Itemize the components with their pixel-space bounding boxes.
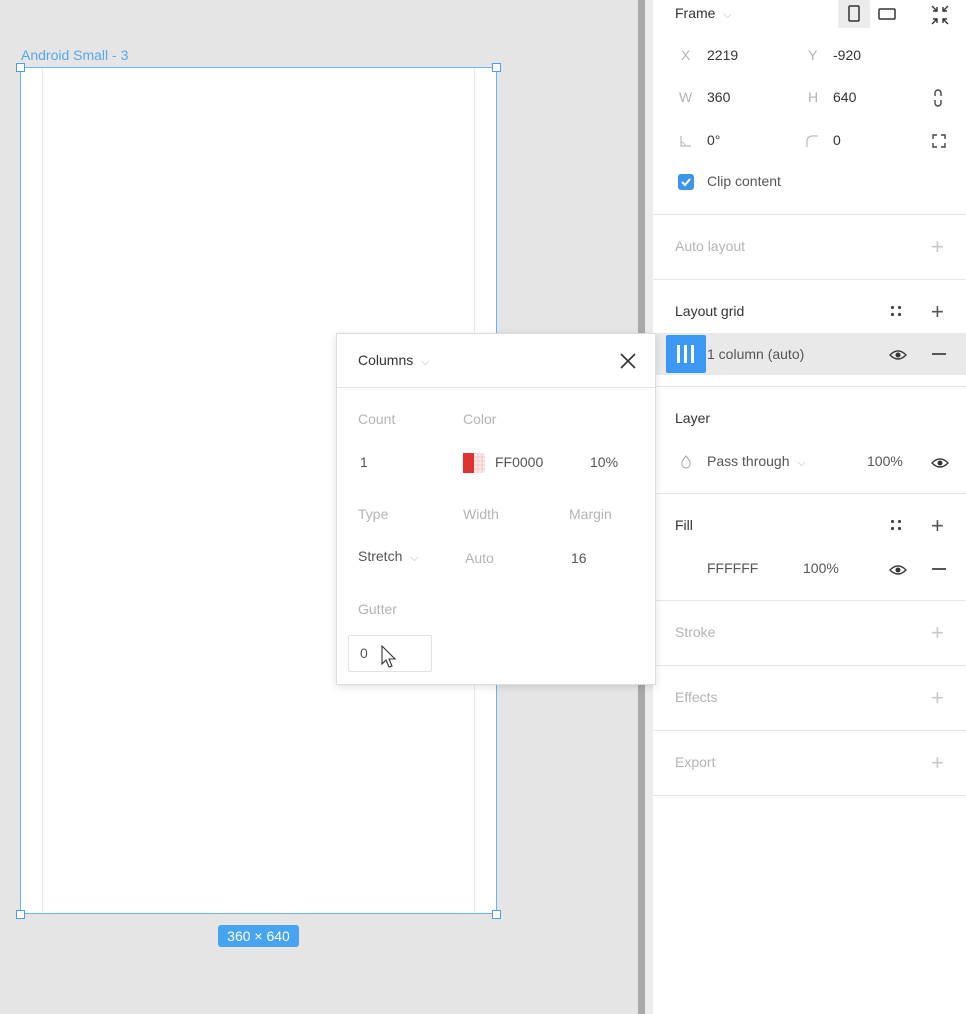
count-input[interactable]: 1: [360, 454, 368, 470]
separator: [653, 730, 966, 731]
grid-visibility-eye-icon[interactable]: [889, 348, 907, 360]
stroke-title: Stroke: [675, 624, 716, 640]
blend-mode-select[interactable]: Pass through ⌵: [707, 453, 806, 470]
clip-content-checkbox[interactable]: [678, 174, 694, 190]
separator: [653, 386, 966, 387]
separator: [653, 795, 966, 796]
separator: [653, 214, 966, 215]
separator: [337, 387, 655, 388]
remove-layout-grid-button[interactable]: [932, 353, 946, 355]
constrain-proportions-button[interactable]: [929, 87, 947, 112]
add-fill-button[interactable]: +: [931, 515, 944, 537]
margin-input[interactable]: 16: [571, 550, 587, 566]
layout-grid-title: Layout grid: [675, 303, 745, 319]
portrait-orientation-button[interactable]: [838, 0, 870, 28]
separator: [653, 665, 966, 666]
margin-label: Margin: [569, 506, 612, 522]
export-title: Export: [675, 754, 716, 770]
add-stroke-button[interactable]: +: [931, 622, 944, 644]
layout-grid-item-label[interactable]: 1 column (auto): [707, 346, 804, 362]
rotation-input[interactable]: 0°: [707, 132, 720, 148]
grid-margin-left: [42, 68, 43, 913]
width-label: Width: [463, 506, 499, 522]
x-label: X: [681, 47, 691, 63]
width-input[interactable]: Auto: [465, 550, 494, 566]
close-button[interactable]: [617, 350, 639, 372]
color-label: Color: [463, 411, 497, 427]
chevron-down-icon: ⌵: [410, 552, 419, 564]
checkmark-icon: [681, 178, 691, 187]
resize-handle-bottom-left[interactable]: [16, 910, 25, 919]
gutter-value: 0: [360, 645, 368, 661]
grid-color-hex-input[interactable]: FF0000: [495, 454, 543, 470]
grid-color-swatch[interactable]: [463, 453, 485, 473]
layout-grid-styles-button[interactable]: [891, 306, 903, 318]
landscape-icon: [878, 8, 896, 20]
corners-icon: [932, 134, 946, 148]
h-label: H: [808, 89, 819, 105]
count-label: Count: [358, 411, 396, 427]
type-value: Stretch: [358, 548, 403, 564]
layer-visibility-eye-icon[interactable]: [931, 456, 949, 468]
frame-dropdown[interactable]: Frame ⌵: [675, 5, 732, 22]
landscape-orientation-button[interactable]: [873, 0, 901, 28]
clip-content-label: Clip content: [707, 173, 781, 189]
grid-type-dropdown[interactable]: Columns ⌵: [358, 352, 429, 369]
y-input[interactable]: -920: [833, 47, 861, 63]
layer-title: Layer: [675, 410, 711, 426]
chevron-down-icon: ⌵: [421, 356, 430, 368]
chevron-down-icon: ⌵: [797, 457, 806, 469]
independent-corners-button[interactable]: [931, 133, 947, 152]
resize-handle-top-left[interactable]: [16, 63, 25, 72]
rotation-icon: [679, 134, 693, 151]
blend-mode-value: Pass through: [707, 453, 790, 469]
column-grid-settings-button[interactable]: [666, 335, 706, 373]
layer-opacity-input[interactable]: 100%: [867, 453, 903, 469]
resize-handle-bottom-right[interactable]: [492, 910, 501, 919]
fill-title: Fill: [675, 517, 693, 533]
gutter-label: Gutter: [358, 601, 397, 617]
fill-visibility-eye-icon[interactable]: [889, 563, 907, 575]
add-layout-grid-button[interactable]: +: [931, 301, 944, 323]
fill-styles-button[interactable]: [891, 520, 903, 532]
h-input[interactable]: 640: [833, 89, 856, 105]
link-icon: [934, 89, 942, 107]
add-effect-button[interactable]: +: [931, 687, 944, 709]
resize-to-fit-button[interactable]: [927, 2, 953, 28]
frame-title: Frame: [675, 5, 716, 21]
blend-mode-drop-icon: [680, 455, 692, 472]
chevron-down-icon: ⌵: [723, 9, 732, 21]
fill-hex-input[interactable]: FFFFFF: [707, 560, 758, 576]
collapse-icon: [931, 5, 949, 25]
separator: [653, 279, 966, 280]
resize-handle-top-right[interactable]: [492, 63, 501, 72]
grid-type-value: Columns: [358, 352, 414, 368]
portrait-icon: [848, 5, 860, 22]
separator: [653, 600, 966, 601]
close-icon: [620, 353, 636, 369]
mouse-cursor-icon: [381, 644, 397, 672]
y-label: Y: [808, 47, 818, 63]
grid-color-opacity-input[interactable]: 10%: [590, 454, 618, 470]
fill-opacity-input[interactable]: 100%: [803, 560, 839, 576]
corner-radius-icon: [805, 134, 819, 151]
add-auto-layout-button[interactable]: +: [931, 236, 944, 258]
add-export-button[interactable]: +: [931, 752, 944, 774]
auto-layout-title: Auto layout: [675, 238, 746, 254]
properties-panel: Frame ⌵ X 2219 Y -920 W 360 H 640 0° 0 C…: [653, 0, 966, 1014]
type-select[interactable]: Stretch ⌵: [358, 548, 419, 565]
frame-size-badge: 360 × 640: [218, 925, 299, 947]
w-input[interactable]: 360: [707, 89, 730, 105]
effects-title: Effects: [675, 689, 718, 705]
grid-settings-popup: Columns ⌵ Count Color 1 FF0000 10% Type …: [336, 333, 656, 685]
type-label: Type: [358, 506, 389, 522]
remove-fill-button[interactable]: [932, 568, 946, 570]
corner-radius-input[interactable]: 0: [833, 132, 841, 148]
w-label: W: [679, 89, 693, 105]
x-input[interactable]: 2219: [707, 47, 738, 63]
frame-label[interactable]: Android Small - 3: [21, 47, 128, 63]
separator: [653, 493, 966, 494]
